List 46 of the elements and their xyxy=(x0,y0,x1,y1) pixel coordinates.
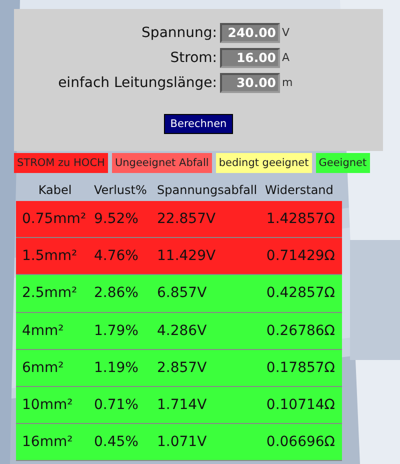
table-cell-text: 0.10714Ω xyxy=(265,397,336,414)
unit-label: V xyxy=(282,26,290,39)
table-cell-text: 0.26786Ω xyxy=(265,322,336,339)
table-cell-text: 22.857V xyxy=(157,211,217,228)
table-cell-text: 6mm² xyxy=(21,360,65,376)
table-cell-text: 0.45% xyxy=(94,434,140,450)
table-cell-text: 2.86% xyxy=(94,285,140,302)
legend-item: bedingt geeignet xyxy=(216,153,312,173)
table-cell-text: 4.286V xyxy=(157,322,208,339)
table-cell-text: 1.714V xyxy=(157,397,208,414)
table-cell-text: 0.71429Ω xyxy=(265,248,336,264)
input-field[interactable]: 240.00 xyxy=(220,22,280,42)
unit-label: m xyxy=(282,76,293,89)
table-cell-text: 1.42857Ω xyxy=(265,211,336,228)
table-cell-text: 0.71% xyxy=(94,397,140,414)
table-cell-text: 1.19% xyxy=(94,360,140,376)
table-cell-text: 0.06696Ω xyxy=(265,434,336,450)
table-cell-text: 1.5mm² xyxy=(21,248,78,264)
table-cell-text: 0.17857Ω xyxy=(265,360,336,376)
table-cell-text: 9.52% xyxy=(94,211,140,228)
legend-item: Ungeeignet Abfall xyxy=(112,153,212,173)
table-cell-text: 4mm² xyxy=(21,322,65,339)
field-label: Strom: xyxy=(169,50,218,66)
table-cell-text: 11.429V xyxy=(157,248,217,264)
input-field[interactable]: 16.00 xyxy=(220,48,280,68)
table-cell-text: 2.5mm² xyxy=(21,285,78,302)
column-header: Spannungsabfall xyxy=(157,183,258,197)
column-header: Verlust% xyxy=(94,183,148,197)
legend-item: Geeignet xyxy=(316,153,370,173)
field-label: einfach Leitungslänge: xyxy=(57,74,218,90)
calculate-button[interactable]: Berechnen xyxy=(164,114,233,134)
input-field[interactable]: 30.00 xyxy=(220,72,280,92)
table-cell-text: 1.79% xyxy=(94,322,140,339)
table-cell-text: 10mm² xyxy=(21,397,74,414)
column-header: Kabel xyxy=(37,183,73,197)
table-cell-text: 0.75mm² xyxy=(21,211,88,228)
column-header: Widerstand xyxy=(265,183,334,197)
field-label: Spannung: xyxy=(140,24,218,40)
table-cell-text: 2.857V xyxy=(157,360,208,376)
legend-item: STROM zu HOCH xyxy=(14,153,108,173)
table-cell-text: 1.071V xyxy=(157,434,208,450)
table-cell-text: 6.857V xyxy=(157,285,208,302)
unit-label: A xyxy=(282,51,290,64)
table-cell-text: 16mm² xyxy=(21,434,74,450)
table-cell-text: 0.42857Ω xyxy=(265,285,336,302)
table-cell-text: 4.76% xyxy=(94,248,140,264)
